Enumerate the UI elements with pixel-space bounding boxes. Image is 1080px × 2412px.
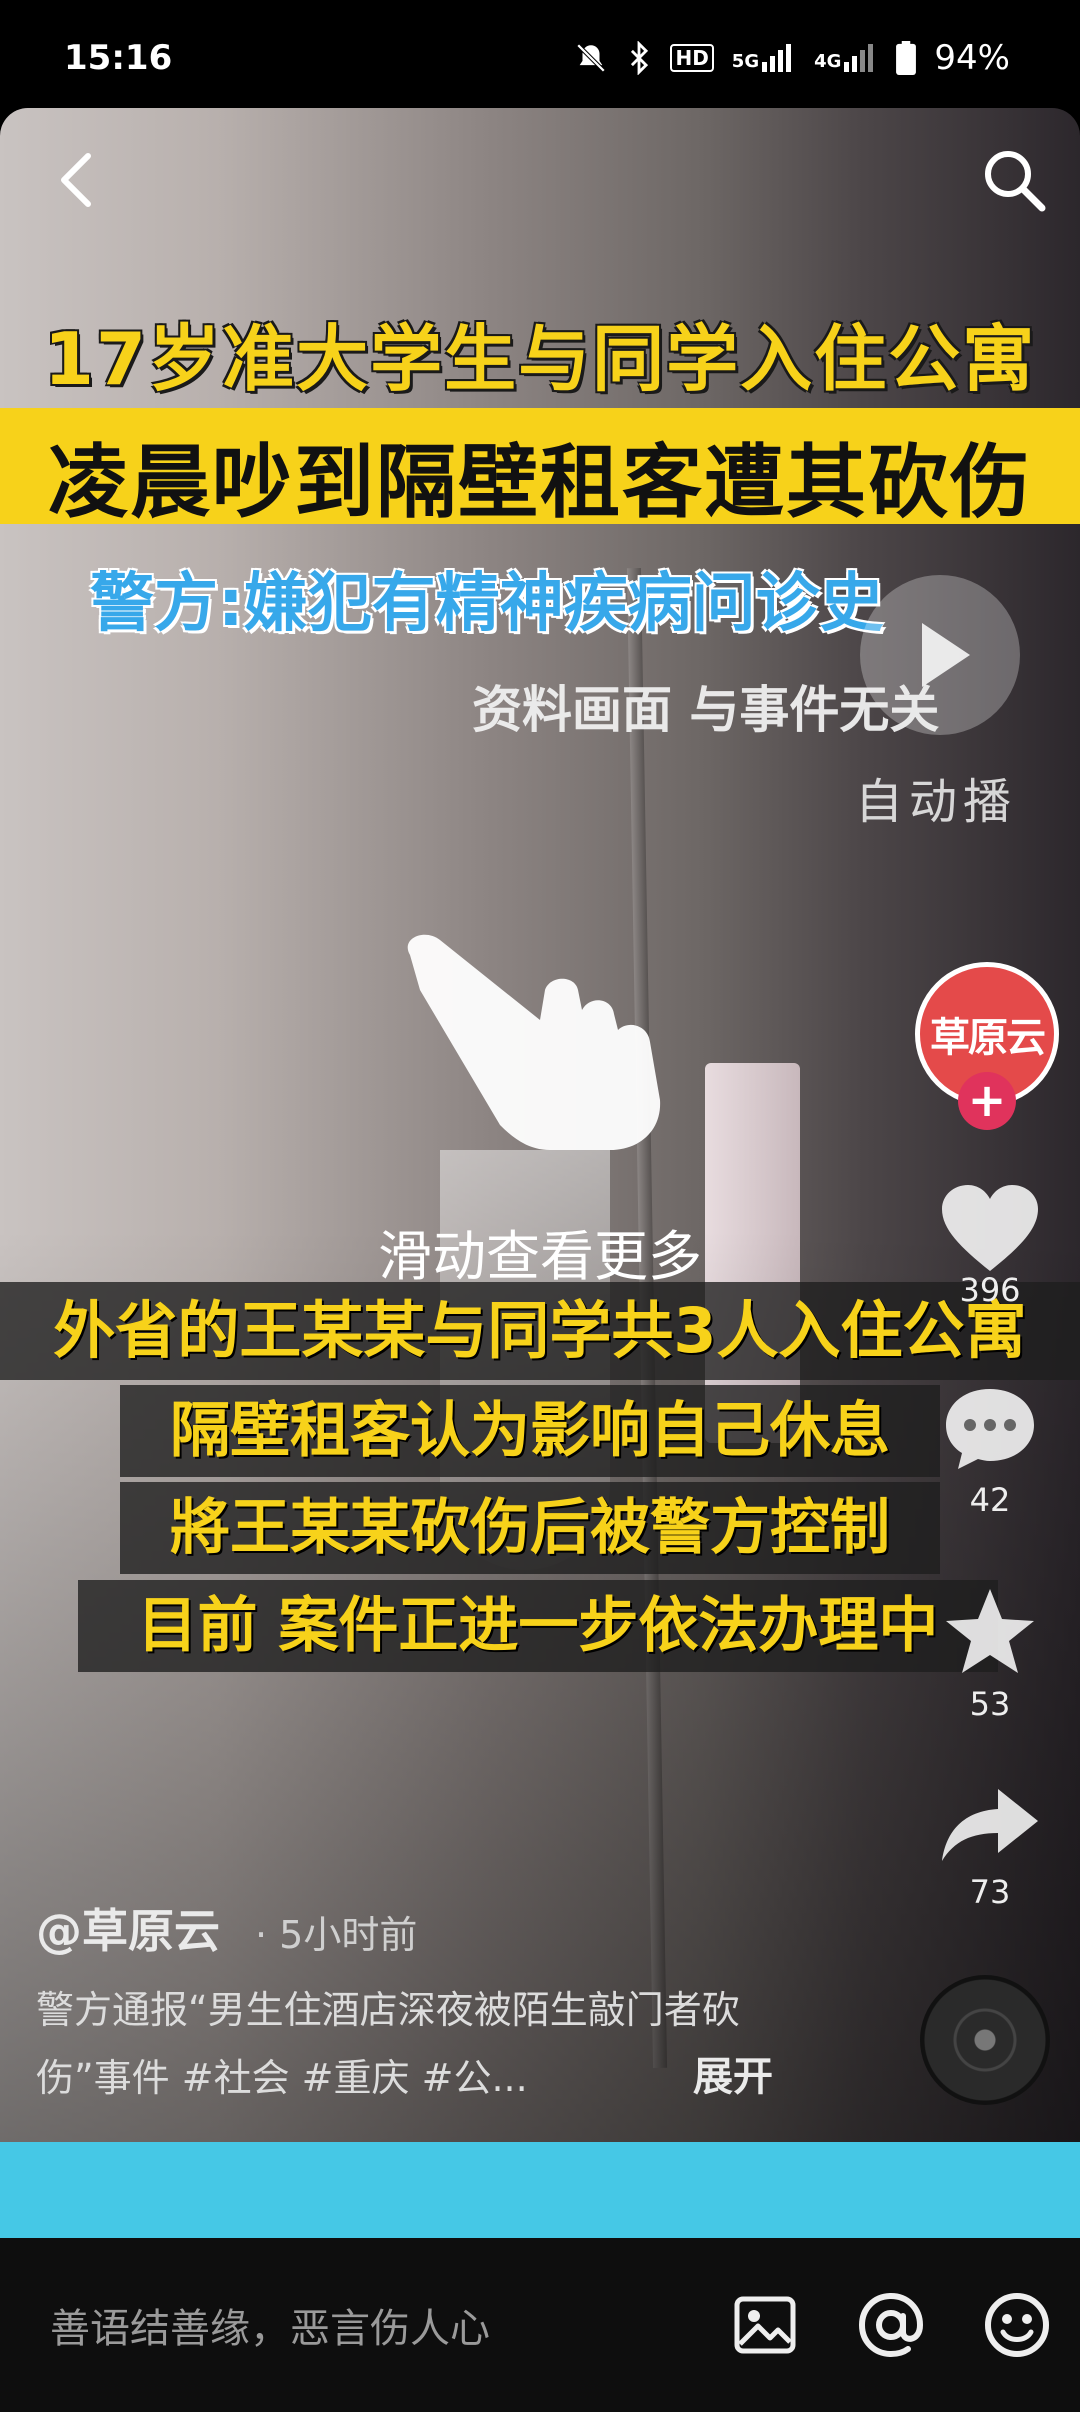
share-arrow-icon: [942, 1789, 1038, 1861]
status-time: 15:16: [64, 38, 173, 78]
comment-count: 42: [969, 1481, 1011, 1519]
search-icon: [985, 151, 1046, 212]
favorite-count: 53: [969, 1685, 1011, 1723]
caption-line-2: 凌晨吵到隔壁租客遭其砍伤: [48, 436, 1032, 529]
battery-icon: [896, 41, 917, 75]
caption-line-3: 警方:嫌犯有精神疾病问诊史: [90, 567, 884, 641]
image-button[interactable]: [730, 2290, 800, 2360]
like-button[interactable]: 396: [915, 1185, 1065, 1309]
hand-pointer-icon: [407, 934, 661, 1150]
heart-icon: [942, 1185, 1038, 1271]
avatar-text: 草原云: [930, 1015, 1046, 1061]
5g-signal-icon: 5G: [732, 44, 796, 72]
emoji-button[interactable]: [982, 2290, 1052, 2360]
status-icons: HD 5G 4G 94%: [574, 38, 1010, 78]
search-button[interactable]: [974, 140, 1054, 220]
author-name[interactable]: @草原云: [36, 1895, 220, 1961]
music-disc-icon[interactable]: [920, 1975, 1050, 2105]
follow-button[interactable]: +: [958, 1072, 1016, 1130]
caption-line-1: 17岁准大学生与同学入住公寓: [43, 317, 1037, 401]
lower-caption-3: 將王某某砍伤后被警方控制: [120, 1482, 940, 1574]
share-button[interactable]: 73: [915, 1785, 1065, 1911]
smiley-icon: [985, 2293, 1049, 2357]
share-count: 73: [969, 1873, 1011, 1911]
like-count: 396: [959, 1271, 1021, 1309]
battery-percent: 94%: [934, 38, 1010, 78]
mute-icon: [577, 43, 606, 73]
caption-disclaimer: 资料画面 与事件无关: [472, 681, 940, 739]
promo-banner[interactable]: [0, 2142, 1080, 2238]
star-icon: [946, 1589, 1034, 1673]
lower-caption-2: 隔壁租客认为影响自己休息: [120, 1385, 940, 1477]
image-icon: [734, 2296, 796, 2354]
post-time: · 5小时前: [255, 1913, 418, 1957]
autoplay-label[interactable]: 自动播: [855, 762, 1017, 832]
bluetooth-icon: [631, 41, 649, 75]
comment-bubble-icon: [946, 1389, 1034, 1469]
back-button[interactable]: [36, 140, 116, 220]
at-icon: [858, 2292, 924, 2358]
mention-button[interactable]: [856, 2290, 926, 2360]
4g-signal-icon: 4G: [814, 44, 878, 72]
lower-caption-4: 目前 案件正进一步依法办理中: [78, 1580, 998, 1672]
expand-button[interactable]: 展开: [693, 2044, 773, 2102]
chevron-left-icon: [61, 153, 91, 207]
comment-input[interactable]: 善语结善缘，恶言伤人心: [50, 2296, 490, 2354]
status-bar: 15:16 HD 5G 4G 94%: [0, 0, 1080, 110]
hd-icon: HD: [670, 44, 714, 72]
comment-bar: 善语结善缘，恶言伤人心: [0, 2238, 1080, 2412]
comment-button[interactable]: 42: [915, 1385, 1065, 1519]
favorite-button[interactable]: 53: [915, 1585, 1065, 1723]
